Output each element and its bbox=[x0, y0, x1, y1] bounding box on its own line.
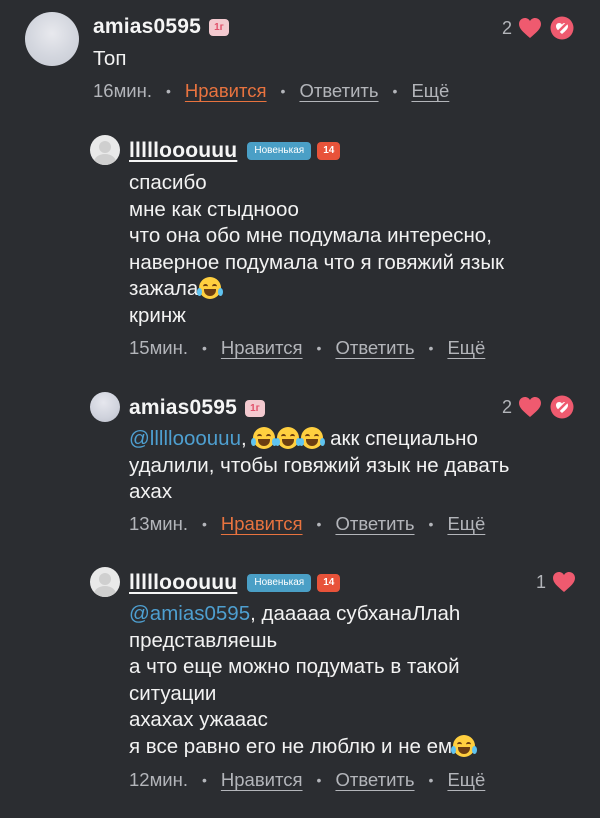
separator-dot: • bbox=[166, 83, 171, 99]
more-button[interactable]: Ещё bbox=[447, 513, 485, 535]
comment-text-body: спасибо мне как стыдноoo что она обо мне… bbox=[129, 171, 505, 300]
heart-icon[interactable] bbox=[552, 571, 576, 593]
likes-count: 2 bbox=[501, 17, 512, 38]
separator-dot: • bbox=[316, 772, 322, 788]
separator-dot: • bbox=[202, 772, 207, 788]
separator-dot: • bbox=[428, 340, 434, 356]
age-badge: 14 bbox=[317, 142, 341, 160]
separator-dot: • bbox=[316, 340, 322, 356]
comment-header: lllllooouuu Новенькая 14 bbox=[129, 139, 341, 163]
timestamp: 15мин. bbox=[129, 337, 188, 358]
avatar[interactable] bbox=[25, 12, 79, 66]
heart-icon[interactable] bbox=[518, 17, 542, 39]
separator-dot: • bbox=[428, 516, 434, 532]
avatar-body bbox=[94, 586, 116, 597]
separator-dot: • bbox=[202, 340, 207, 356]
likes: 2 bbox=[502, 395, 574, 419]
tears-of-joy-emoji bbox=[251, 427, 278, 449]
separator-dot: • bbox=[316, 516, 322, 532]
username[interactable]: lllllooouuu bbox=[129, 571, 237, 595]
mention-link[interactable]: @amias0595 bbox=[129, 602, 250, 625]
likes-count: 1 bbox=[535, 571, 546, 592]
mention-link[interactable]: @lllllooouuu bbox=[129, 427, 241, 450]
username[interactable]: amias0595 bbox=[129, 396, 237, 420]
reply-button[interactable]: Ответить bbox=[335, 769, 414, 791]
separator-dot: • bbox=[202, 516, 207, 532]
likes: 2 bbox=[502, 16, 574, 40]
level-badge: 1г bbox=[245, 399, 265, 417]
comment-header: lllllooouuu Новенькая 14 bbox=[129, 571, 341, 595]
comment-text: спасибо мне как стыдноoo что она обо мне… bbox=[129, 170, 579, 329]
like-button[interactable]: Нравится bbox=[221, 513, 303, 535]
like-button[interactable]: Нравится bbox=[221, 337, 303, 359]
username[interactable]: amias0595 bbox=[93, 15, 201, 39]
username[interactable]: lllllooouuu bbox=[129, 139, 237, 163]
reply-button[interactable]: Ответить bbox=[299, 80, 378, 102]
avatar[interactable] bbox=[90, 135, 120, 165]
like-button[interactable]: Нравится bbox=[185, 80, 267, 102]
reply-button[interactable]: Ответить bbox=[335, 513, 414, 535]
separator-dot: • bbox=[392, 83, 398, 99]
crying-face-emoji bbox=[451, 734, 478, 757]
broken-heart-icon[interactable] bbox=[550, 395, 574, 419]
tears-of-joy-emoji bbox=[275, 427, 302, 449]
comment-text-body: , дааааа субханаЛлаh представляешь а что… bbox=[129, 602, 461, 758]
comment-text: Топ bbox=[93, 47, 127, 70]
avatar[interactable] bbox=[90, 567, 120, 597]
timestamp: 12мин. bbox=[129, 769, 188, 790]
separator-dot: • bbox=[428, 772, 434, 788]
timestamp: 13мин. bbox=[129, 513, 188, 534]
comment-header: amias0595 1г bbox=[93, 15, 229, 39]
comment-text: @lllllooouuu, акк специально удалили, чт… bbox=[129, 427, 510, 503]
level-badge: 1г bbox=[209, 18, 229, 36]
timestamp: 16мин. bbox=[93, 80, 152, 101]
like-button[interactable]: Нравится bbox=[221, 769, 303, 791]
comment-actions: 15мин. • Нравится • Ответить • Ещё bbox=[129, 337, 485, 359]
comment-header: amias0595 1г bbox=[129, 396, 265, 420]
more-button[interactable]: Ещё bbox=[447, 769, 485, 791]
avatar-head bbox=[99, 573, 111, 585]
separator-dot: • bbox=[280, 83, 286, 99]
heart-icon[interactable] bbox=[518, 396, 542, 418]
comment-text: @amias0595, дааааа субханаЛлаh представл… bbox=[129, 601, 579, 760]
avatar-body bbox=[94, 154, 116, 165]
crying-face-emoji bbox=[197, 277, 224, 299]
more-button[interactable]: Ещё bbox=[447, 337, 485, 359]
avatar-head bbox=[99, 141, 111, 153]
newbie-badge: Новенькая bbox=[247, 142, 312, 160]
more-button[interactable]: Ещё bbox=[411, 80, 449, 102]
comment-actions: 13мин. • Нравится • Ответить • Ещё bbox=[129, 513, 485, 535]
avatar[interactable] bbox=[90, 392, 120, 422]
tears-of-joy-emoji bbox=[299, 427, 326, 449]
likes-count: 2 bbox=[501, 396, 512, 417]
age-badge: 14 bbox=[317, 574, 341, 592]
broken-heart-icon[interactable] bbox=[550, 16, 574, 40]
reply-button[interactable]: Ответить bbox=[335, 337, 414, 359]
likes: 1 bbox=[536, 571, 576, 593]
comment-actions: 12мин. • Нравится • Ответить • Ещё bbox=[129, 769, 485, 791]
comment-text-tail: кринж bbox=[129, 303, 186, 327]
newbie-badge: Новенькая bbox=[247, 574, 312, 592]
comment-actions: 16мин. • Нравится • Ответить • Ещё bbox=[93, 80, 449, 102]
